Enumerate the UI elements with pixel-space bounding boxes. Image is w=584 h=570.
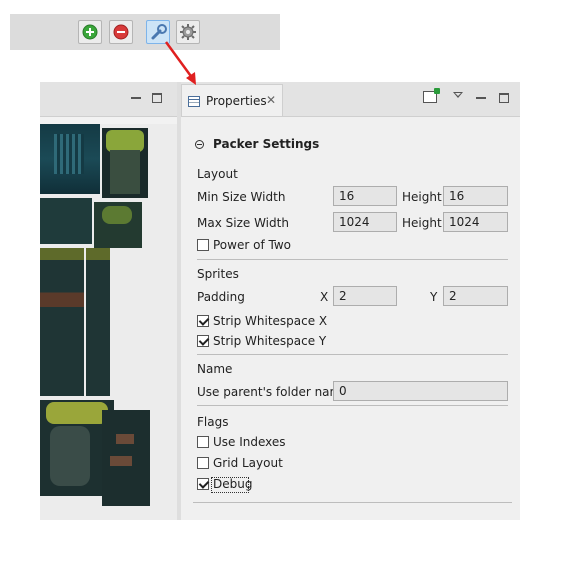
use-parent-folder-label: Use parent's folder name (197, 385, 349, 399)
view-menu-dropdown-icon[interactable] (453, 92, 463, 98)
grid-layout-label: Grid Layout (213, 456, 283, 470)
tab-properties[interactable]: Properties ✕ (181, 84, 283, 116)
add-button[interactable] (78, 20, 102, 44)
strip-whitespace-y-label: Strip Whitespace Y (213, 334, 327, 348)
padding-y-label: Y (430, 290, 438, 304)
max-width-field[interactable] (333, 212, 397, 232)
name-heading: Name (197, 362, 233, 376)
min-height-label: Height (402, 190, 442, 204)
section-title: Packer Settings (213, 137, 320, 151)
sprite-pillar-2 (86, 248, 110, 396)
max-height-field[interactable] (443, 212, 508, 232)
min-width-field[interactable] (333, 186, 397, 206)
divider (197, 354, 508, 355)
divider (197, 259, 508, 260)
maximize-icon[interactable] (152, 93, 162, 103)
use-indexes-checkbox[interactable] (197, 436, 209, 448)
remove-button[interactable] (109, 20, 133, 44)
debug-checkbox[interactable] (197, 478, 209, 490)
remove-icon (113, 24, 129, 40)
minimize-icon[interactable] (131, 93, 141, 99)
sprite-building (40, 124, 100, 194)
collapse-icon[interactable] (195, 140, 204, 149)
padding-label: Padding (197, 290, 245, 304)
padding-x-field[interactable] (333, 286, 397, 306)
divider (193, 502, 512, 503)
properties-panel: Properties ✕ Packer Settings Layout Min … (181, 82, 520, 520)
focus-ring (211, 477, 249, 493)
flags-heading: Flags (197, 415, 229, 429)
settings-button[interactable] (176, 20, 200, 44)
pin-view-icon[interactable] (423, 88, 440, 103)
grid-layout-checkbox[interactable] (197, 457, 209, 469)
min-size-label: Min Size Width (197, 190, 286, 204)
strip-whitespace-x-label: Strip Whitespace X (213, 314, 328, 328)
sprite-canvas[interactable] (40, 124, 177, 520)
power-of-two-checkbox[interactable] (197, 239, 209, 251)
padding-x-label: X (320, 290, 329, 304)
use-parent-folder-field[interactable] (333, 381, 508, 401)
sprites-heading: Sprites (197, 267, 239, 281)
padding-y-field[interactable] (443, 286, 508, 306)
divider (197, 405, 508, 406)
min-height-field[interactable] (443, 186, 508, 206)
max-size-label: Max Size Width (197, 216, 289, 230)
strip-whitespace-x-checkbox[interactable] (197, 315, 209, 327)
sprite-rock-moss (102, 128, 148, 198)
layout-heading: Layout (197, 167, 238, 181)
power-of-two-label: Power of Two (213, 238, 291, 252)
minimize-icon[interactable] (476, 93, 486, 99)
close-icon[interactable]: ✕ (266, 93, 276, 107)
properties-tab-icon (188, 96, 200, 107)
sprite-pillar-1 (40, 248, 84, 396)
gear-icon (180, 24, 196, 40)
maximize-icon[interactable] (499, 93, 509, 103)
sprite-preview-panel (40, 82, 177, 520)
preview-panel-header (40, 82, 177, 117)
use-indexes-label: Use Indexes (213, 435, 286, 449)
max-height-label: Height (402, 216, 442, 230)
add-icon (82, 24, 98, 40)
sprite-dark-block (40, 198, 92, 244)
strip-whitespace-y-checkbox[interactable] (197, 335, 209, 347)
wrench-button[interactable] (146, 20, 170, 44)
properties-tab-label: Properties (206, 94, 267, 108)
properties-header: Properties ✕ (181, 82, 520, 117)
sprite-bush (94, 202, 142, 248)
main-toolbar (10, 14, 280, 50)
sprite-dirt-column (102, 410, 150, 506)
wrench-icon (151, 24, 167, 40)
